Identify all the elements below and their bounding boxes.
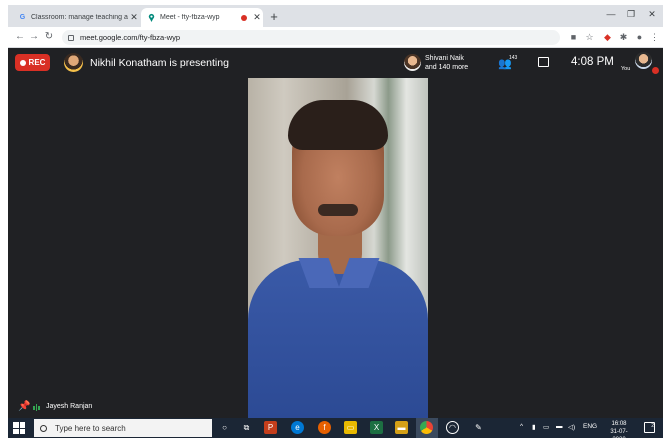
video-stage: 📌 Jayesh Ranjan: [8, 78, 663, 418]
folder-icon[interactable]: ▬: [395, 421, 408, 434]
battery-icon[interactable]: ▬: [556, 423, 563, 430]
tab-label: Classroom: manage teaching an: [31, 14, 128, 21]
lock-icon: [68, 34, 74, 41]
tab-classroom[interactable]: G Classroom: manage teaching an ✕: [12, 8, 140, 27]
meet-icon: [147, 13, 156, 22]
star-icon[interactable]: ☆: [584, 32, 595, 43]
screen: G Classroom: manage teaching an ✕ Meet -…: [8, 5, 663, 438]
close-window-icon[interactable]: ✕: [645, 9, 659, 20]
reload-icon[interactable]: ↻: [43, 31, 55, 42]
menu-icon[interactable]: ⋮: [649, 32, 660, 43]
notification-icon[interactable]: 2: [644, 422, 655, 433]
self-status-badge: [652, 67, 659, 74]
search-placeholder: Type here to search: [55, 423, 126, 433]
profile-icon[interactable]: ●: [634, 32, 645, 43]
firefox-icon[interactable]: f: [318, 421, 331, 434]
participant-name: Shivani Naik: [425, 55, 464, 62]
camera-icon[interactable]: ■: [568, 32, 579, 43]
windows-taskbar: Type here to search ○ ⧉ P e f ▭ X ▬ ◠ ✎ …: [8, 418, 663, 438]
close-tab-icon[interactable]: ✕: [128, 12, 140, 23]
language-indicator[interactable]: ENG: [583, 423, 597, 430]
chrome-icon[interactable]: [420, 421, 433, 434]
puzzle-icon[interactable]: ✱: [618, 32, 629, 43]
extension-icon[interactable]: ◆: [602, 32, 613, 43]
url-field[interactable]: meet.google.com/fty-fbza-wyp: [62, 30, 560, 45]
forward-icon[interactable]: →: [28, 31, 40, 42]
search-icon: [40, 424, 47, 432]
file-explorer-icon[interactable]: ▭: [344, 421, 357, 434]
back-icon[interactable]: ←: [14, 31, 26, 42]
cortana-icon[interactable]: ○: [218, 421, 231, 434]
windows-start-icon[interactable]: [13, 422, 25, 434]
address-bar: ← → ↻ meet.google.com/fty-fbza-wyp ■ ☆ ◆…: [8, 27, 663, 48]
tab-label: Meet - fty-fbza-wyp: [160, 14, 220, 21]
chat-icon[interactable]: [538, 57, 549, 67]
rec-label: REC: [28, 58, 46, 67]
meet-top-bar: REC Nikhil Konatham is presenting Shivan…: [8, 48, 663, 78]
task-view-icon[interactable]: ⧉: [240, 421, 253, 434]
browser-tab-strip: G Classroom: manage teaching an ✕ Meet -…: [8, 5, 663, 27]
volume-icon[interactable]: ◁): [568, 423, 575, 431]
paint-icon[interactable]: ✎: [472, 421, 485, 434]
self-label: You: [621, 66, 631, 72]
self-view-avatar[interactable]: [635, 52, 652, 69]
participant-summary[interactable]: Shivani Naik and 140 more: [425, 54, 468, 72]
google-icon: G: [19, 14, 26, 21]
presenter-avatar: [64, 53, 83, 72]
minimize-icon[interactable]: —: [604, 9, 618, 19]
mic-activity-icon: [33, 404, 40, 411]
speaker-video[interactable]: [248, 78, 428, 418]
excel-icon[interactable]: X: [370, 421, 383, 434]
app-icon[interactable]: ◠: [446, 421, 459, 434]
powerpoint-icon[interactable]: P: [264, 421, 277, 434]
recording-indicator-icon: [241, 14, 247, 21]
presenting-text: Nikhil Konatham is presenting: [90, 57, 229, 69]
record-icon: [19, 59, 26, 66]
tab-meet[interactable]: Meet - fty-fbza-wyp ✕: [141, 8, 263, 27]
clock-time: 16:08: [611, 421, 627, 427]
url-text: meet.google.com/fty-fbza-wyp: [80, 33, 181, 42]
network-icon[interactable]: ▭: [543, 423, 549, 431]
clock-date: 31-07-2020: [610, 429, 628, 438]
speaker-name: Jayesh Ranjan: [46, 403, 93, 410]
participant-avatar[interactable]: [404, 54, 421, 71]
tray-chevron-icon[interactable]: ^: [520, 423, 523, 430]
taskbar-search[interactable]: Type here to search: [34, 419, 212, 437]
edge-icon[interactable]: e: [291, 421, 304, 434]
new-tab-button[interactable]: +: [266, 9, 282, 24]
close-tab-icon[interactable]: ✕: [251, 12, 263, 23]
people-count: 143: [509, 55, 518, 61]
participant-more: and 140 more: [425, 64, 469, 71]
system-clock[interactable]: 16:08 31-07-2020: [604, 420, 634, 438]
maximize-icon[interactable]: ❐: [624, 9, 638, 20]
pin-icon[interactable]: 📌: [18, 401, 30, 412]
notification-count: 2: [651, 423, 654, 429]
usb-icon[interactable]: ▮: [532, 423, 536, 431]
meeting-time: 4:08 PM: [571, 56, 614, 68]
recording-badge: REC: [15, 54, 50, 71]
